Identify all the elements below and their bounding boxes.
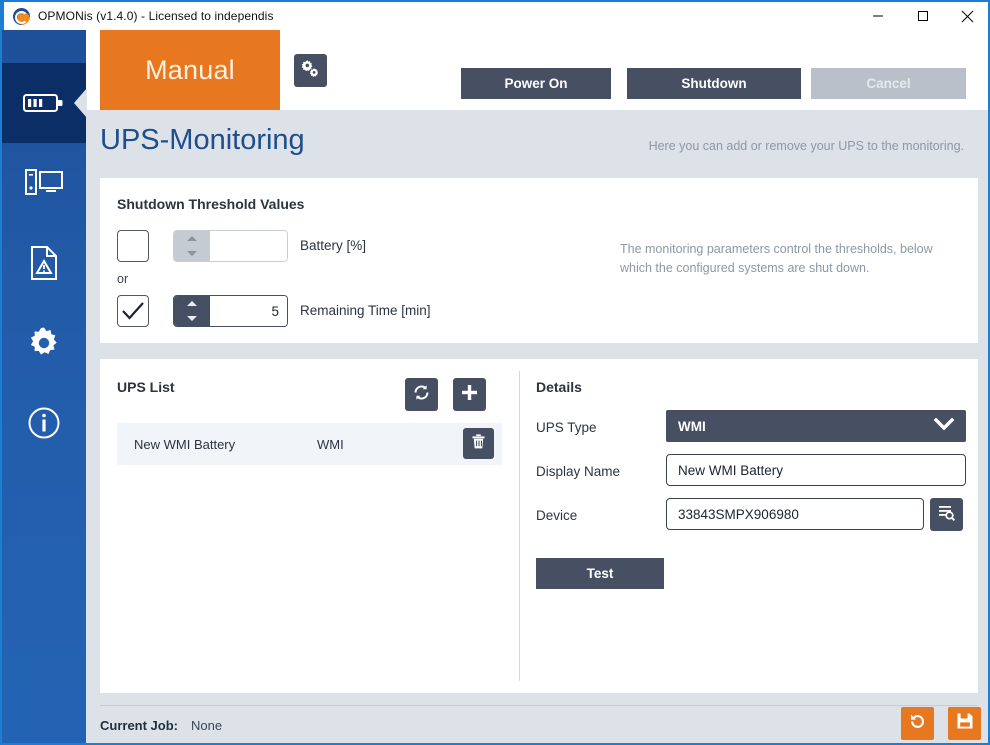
- chevron-down-icon: [934, 418, 954, 434]
- add-ups-button[interactable]: [453, 378, 486, 411]
- status-bar: Current Job: None: [86, 705, 990, 743]
- refresh-ups-list-button[interactable]: [405, 378, 438, 411]
- sidebar-item-events[interactable]: [2, 223, 86, 303]
- thresholds-section-title: Shutdown Threshold Values: [117, 196, 304, 212]
- battery-icon: [23, 91, 65, 115]
- application-window: OPMONis (v1.4.0) - Licensed to independi…: [0, 0, 990, 745]
- ups-type-select[interactable]: WMI: [666, 410, 966, 442]
- details-section-title: Details: [536, 379, 582, 395]
- battery-spinner-up-icon[interactable]: [174, 231, 210, 246]
- thresholds-description: The monitoring parameters control the th…: [620, 240, 960, 278]
- page-header: UPS-Monitoring Here you can add or remov…: [86, 110, 990, 175]
- ups-list-section-title: UPS List: [117, 379, 175, 395]
- battery-spinner-down-icon[interactable]: [174, 246, 210, 261]
- document-warning-icon: [28, 245, 60, 281]
- window-title: OPMONis (v1.4.0) - Licensed to independi…: [38, 9, 274, 23]
- ups-row-type: WMI: [317, 437, 344, 452]
- maximize-icon[interactable]: [900, 1, 945, 31]
- current-job-label: Current Job:: [100, 718, 178, 733]
- test-button[interactable]: Test: [536, 558, 664, 589]
- sidebar: [2, 30, 86, 745]
- display-name-input[interactable]: New WMI Battery: [666, 454, 966, 486]
- sidebar-item-settings[interactable]: [2, 303, 86, 383]
- minimize-icon[interactable]: [855, 1, 900, 31]
- undo-arrow-icon: [908, 712, 927, 736]
- device-input[interactable]: 33843SMPX906980: [666, 498, 924, 530]
- table-row[interactable]: New WMI Battery WMI: [117, 423, 502, 465]
- remaining-time-value[interactable]: 5: [210, 296, 287, 326]
- sidebar-item-about[interactable]: [2, 383, 86, 463]
- window-controls: [855, 1, 990, 31]
- remaining-time-spinner-down-icon[interactable]: [174, 311, 210, 326]
- page-title: UPS-Monitoring: [100, 124, 305, 157]
- mode-settings-button[interactable]: [294, 54, 327, 87]
- mode-tab-label: Manual: [145, 55, 235, 86]
- delete-ups-button[interactable]: [463, 428, 494, 459]
- battery-threshold-spinner[interactable]: [173, 230, 288, 262]
- ups-list-details-panel: UPS List New WMI Battery WMI: [100, 359, 978, 693]
- power-on-button[interactable]: Power On: [461, 68, 611, 99]
- ups-row-name: New WMI Battery: [134, 437, 235, 452]
- remaining-time-spinner-arrows: [174, 296, 210, 326]
- refresh-icon: [412, 383, 431, 407]
- top-command-bar: Manual Power On Shutdown Cancel: [86, 30, 990, 110]
- sidebar-item-ups-monitoring[interactable]: [2, 63, 86, 143]
- current-job-value: None: [191, 718, 222, 733]
- mode-tab-manual[interactable]: Manual: [100, 30, 280, 110]
- remaining-time-spinner[interactable]: 5: [173, 295, 288, 327]
- title-bar: OPMONis (v1.4.0) - Licensed to independi…: [2, 0, 990, 30]
- battery-threshold-value[interactable]: [210, 231, 287, 261]
- remaining-time-label: Remaining Time [min]: [300, 303, 431, 318]
- cancel-button[interactable]: Cancel: [811, 68, 966, 99]
- gears-icon: [301, 59, 320, 83]
- battery-threshold-label: Battery [%]: [300, 238, 366, 253]
- save-button[interactable]: [948, 707, 981, 740]
- revert-button[interactable]: [901, 707, 934, 740]
- floppy-save-icon: [956, 712, 974, 735]
- opmonis-logo-icon: [13, 8, 30, 25]
- shutdown-button[interactable]: Shutdown: [627, 68, 801, 99]
- shutdown-thresholds-panel: Shutdown Threshold Values Battery [%] or…: [100, 178, 978, 343]
- trash-icon: [470, 433, 487, 455]
- device-label: Device: [536, 508, 577, 523]
- remaining-time-checkbox[interactable]: [117, 295, 149, 327]
- info-icon: [27, 406, 61, 440]
- browse-device-button[interactable]: [930, 498, 963, 531]
- panel-divider: [519, 371, 520, 681]
- display-name-label: Display Name: [536, 464, 620, 479]
- remaining-time-spinner-up-icon[interactable]: [174, 296, 210, 311]
- sidebar-item-systems[interactable]: [2, 143, 86, 223]
- checkmark-icon: [121, 301, 145, 321]
- computer-monitor-icon: [25, 168, 63, 198]
- ups-type-label: UPS Type: [536, 420, 597, 435]
- battery-threshold-checkbox[interactable]: [117, 230, 149, 262]
- list-search-icon: [937, 503, 956, 527]
- ups-type-value: WMI: [678, 419, 706, 434]
- or-separator-label: or: [117, 272, 128, 286]
- battery-spinner-arrows: [174, 231, 210, 261]
- page-subtitle: Here you can add or remove your UPS to t…: [649, 139, 964, 153]
- gear-icon: [27, 326, 61, 360]
- plus-icon: [460, 383, 479, 407]
- close-icon[interactable]: [945, 1, 990, 31]
